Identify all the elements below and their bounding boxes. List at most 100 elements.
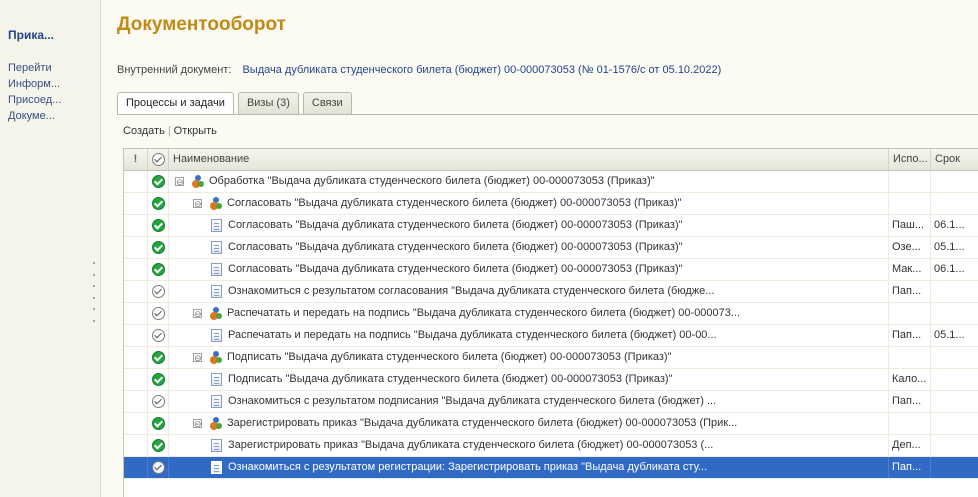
due-cell (931, 435, 978, 456)
pending-check-icon (151, 461, 165, 474)
document-link[interactable]: Выдача дубликата студенческого билета (б… (242, 64, 721, 76)
table-row[interactable]: ⊖ Распечатать и передать на подпись "Выда… (124, 303, 978, 325)
importance-cell (124, 171, 148, 192)
column-header-name[interactable]: Наименование (169, 149, 889, 170)
executor-cell (889, 193, 931, 214)
name-cell: Согласовать "Выдача дубликата студенческ… (169, 215, 889, 236)
nav-title[interactable]: Прика... (8, 28, 54, 42)
task-document-icon (211, 262, 222, 276)
completed-check-icon (151, 197, 165, 210)
status-cell (148, 435, 169, 456)
table-row[interactable]: Согласовать "Выдача дубликата студенческ… (124, 237, 978, 259)
status-cell (148, 325, 169, 346)
collapse-toggle-icon[interactable]: ⊖ (175, 176, 184, 186)
completed-check-icon (151, 417, 165, 430)
column-header-executor[interactable]: Испо... (889, 149, 931, 170)
business-process-icon (208, 350, 222, 364)
name-cell: ⊖ Согласовать "Выдача дубликата студенчес… (169, 193, 889, 214)
executor-cell: Паш... (889, 215, 931, 236)
task-document-icon (211, 284, 222, 298)
completed-check-icon (151, 373, 165, 386)
nav-item-attach[interactable]: Присоед... (8, 94, 61, 106)
row-name-text: Распечатать и передать на подпись "Выдач… (227, 307, 741, 319)
column-header-importance[interactable]: ! (124, 149, 148, 170)
importance-cell (124, 369, 148, 390)
row-name-text: Согласовать "Выдача дубликата студенческ… (228, 219, 683, 231)
command-bar: Создать | Открыть (123, 125, 217, 137)
importance-cell (124, 457, 148, 478)
table-row[interactable]: Ознакомиться с результатом регистрации: … (124, 457, 978, 479)
completed-check-icon (151, 241, 165, 254)
executor-cell: Пап... (889, 391, 931, 412)
name-cell: ⊖ Подписать "Выдача дубликата студенческо… (169, 347, 889, 368)
status-cell (148, 391, 169, 412)
collapse-toggle-icon[interactable]: ⊖ (193, 418, 202, 428)
due-cell (931, 413, 978, 434)
due-cell: 05.1... (931, 325, 978, 346)
completed-check-icon (151, 175, 165, 188)
status-cell (148, 457, 169, 478)
document-label: Внутренний документ: (117, 64, 232, 76)
executor-cell: Пап... (889, 325, 931, 346)
table-row[interactable]: Зарегистрировать приказ "Выдача дубликат… (124, 435, 978, 457)
executor-cell: Пап... (889, 457, 931, 478)
status-cell (148, 303, 169, 324)
table-row[interactable]: Ознакомиться с результатом согласования … (124, 281, 978, 303)
due-cell (931, 347, 978, 368)
due-cell: 06.1... (931, 215, 978, 236)
executor-cell: Пап... (889, 281, 931, 302)
status-cell (148, 171, 169, 192)
tab-links[interactable]: Связи (302, 92, 352, 114)
due-cell (931, 391, 978, 412)
tasks-table: ! Наименование Испо... Срок ⊖ Обработка "… (123, 148, 978, 497)
panel-splitter[interactable] (92, 262, 96, 322)
task-document-icon (211, 372, 222, 386)
row-name-text: Обработка "Выдача дубликата студенческог… (209, 175, 655, 187)
executor-cell: Мак... (889, 259, 931, 280)
nav-item-go[interactable]: Перейти (8, 62, 52, 74)
due-cell (931, 193, 978, 214)
main-area: Документооборот Внутренний документ: Выд… (101, 0, 978, 497)
nav-item-info[interactable]: Информ... (8, 78, 60, 90)
table-row[interactable]: Распечатать и передать на подпись "Выдач… (124, 325, 978, 347)
table-row[interactable]: Согласовать "Выдача дубликата студенческ… (124, 259, 978, 281)
status-cell (148, 347, 169, 368)
business-process-icon (208, 416, 222, 430)
table-row[interactable]: Согласовать "Выдача дубликата студенческ… (124, 215, 978, 237)
business-process-icon (190, 174, 204, 188)
due-cell: 05.1... (931, 237, 978, 258)
status-cell (148, 215, 169, 236)
task-document-icon (211, 240, 222, 254)
table-row[interactable]: ⊖ Подписать "Выдача дубликата студенческо… (124, 347, 978, 369)
name-cell: Ознакомиться с результатом подписания "В… (169, 391, 889, 412)
completed-check-icon (151, 439, 165, 452)
collapse-toggle-icon[interactable]: ⊖ (193, 198, 202, 208)
create-button[interactable]: Создать (123, 125, 165, 137)
importance-cell (124, 413, 148, 434)
task-document-icon (211, 438, 222, 452)
table-row[interactable]: Подписать "Выдача дубликата студенческог… (124, 369, 978, 391)
status-cell (148, 237, 169, 258)
column-header-status[interactable] (148, 149, 169, 170)
nav-item-docs[interactable]: Докуме... (8, 110, 55, 122)
row-name-text: Согласовать "Выдача дубликата студенческ… (228, 241, 683, 253)
due-cell (931, 281, 978, 302)
status-cell (148, 281, 169, 302)
table-row[interactable]: ⊖ Согласовать "Выдача дубликата студенчес… (124, 193, 978, 215)
status-cell (148, 413, 169, 434)
collapse-toggle-icon[interactable]: ⊖ (193, 352, 202, 362)
row-name-text: Зарегистрировать приказ "Выдача дубликат… (228, 439, 714, 451)
tab-visas[interactable]: Визы (3) (237, 92, 299, 114)
column-header-due[interactable]: Срок (931, 149, 978, 170)
name-cell: Согласовать "Выдача дубликата студенческ… (169, 259, 889, 280)
row-name-text: Подписать "Выдача дубликата студенческог… (227, 351, 672, 363)
row-name-text: Ознакомиться с результатом регистрации: … (228, 461, 708, 473)
tab-processes[interactable]: Процессы и задачи (117, 92, 234, 115)
due-cell (931, 369, 978, 390)
open-button[interactable]: Открыть (174, 125, 217, 137)
table-row[interactable]: ⊖ Зарегистрировать приказ "Выдача дублика… (124, 413, 978, 435)
table-row[interactable]: Ознакомиться с результатом подписания "В… (124, 391, 978, 413)
table-row[interactable]: ⊖ Обработка "Выдача дубликата студенческо… (124, 171, 978, 193)
importance-cell (124, 347, 148, 368)
collapse-toggle-icon[interactable]: ⊖ (193, 308, 202, 318)
